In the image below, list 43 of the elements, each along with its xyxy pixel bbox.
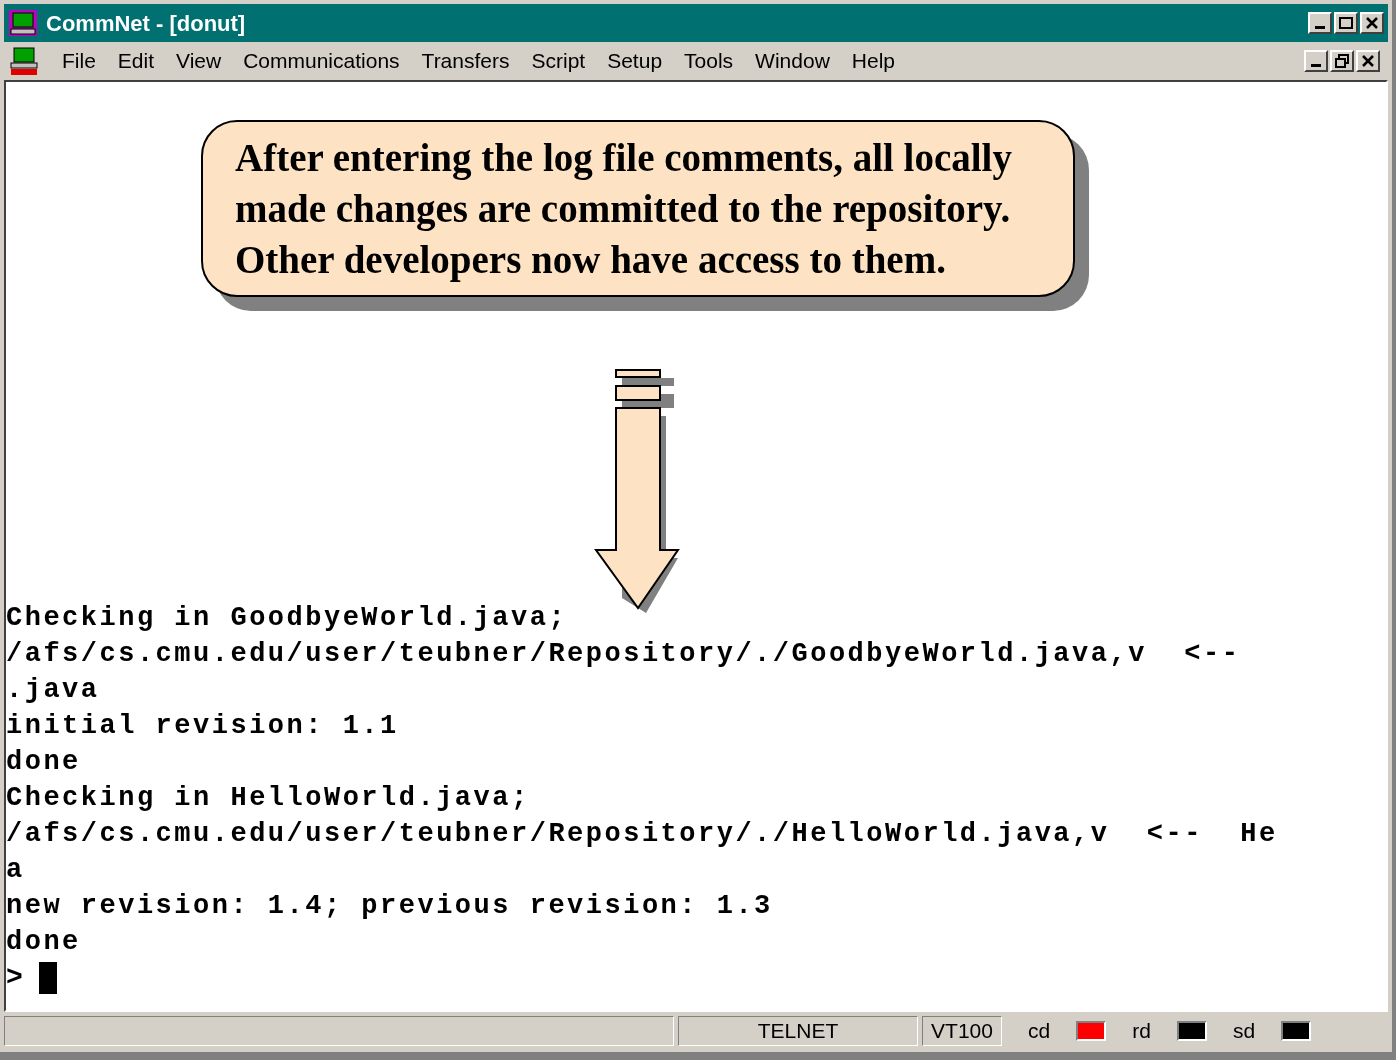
menu-item[interactable]: Tools [684, 45, 734, 77]
indicator-label: sd [1232, 1018, 1256, 1045]
terminal-line: /afs/cs.cmu.edu/user/teubner/Repository/./HelloWorld.java,v <-- He [6, 818, 1278, 851]
menu-item[interactable]: Transfers [421, 45, 510, 77]
maximize-icon [1339, 17, 1353, 29]
menu-item[interactable]: Setup [607, 45, 663, 77]
callout-text: After entering the log file comments, all locally made changes are committed to the repository. Other developers now have access to them. [235, 135, 1013, 284]
menu-item[interactable]: Edit [117, 45, 155, 77]
minimize-icon [1315, 25, 1325, 29]
protocol-label: TELNET [678, 1016, 918, 1046]
menu-item[interactable]: View [176, 45, 222, 77]
minimize-icon [1311, 63, 1321, 67]
terminal-line: a [6, 854, 25, 887]
close-icon [1362, 55, 1374, 67]
terminal-icon [8, 46, 40, 76]
indicator-label: cd [1028, 1018, 1051, 1045]
cursor [38, 962, 57, 994]
menu-item[interactable]: File [62, 45, 96, 77]
emulation-label: VT100 [922, 1016, 1002, 1046]
terminal-line: done [6, 746, 81, 779]
terminal-line: .java [6, 674, 100, 707]
terminal-line: Checking in HelloWorld.java; [6, 782, 530, 815]
menu-item[interactable]: Communications [243, 45, 400, 77]
close-button[interactable] [1356, 50, 1380, 72]
window-title: CommNet - [donut] [46, 9, 246, 38]
menu-item[interactable]: Help [851, 45, 895, 77]
indicator-label: rd [1132, 1018, 1151, 1045]
terminal-line: /afs/cs.cmu.edu/user/teubner/Repository/./GoodbyeWorld.java,v <-- [6, 638, 1241, 671]
terminal-line: initial revision: 1.1 [6, 710, 399, 743]
restore-icon [1335, 54, 1349, 68]
terminal-line: done [6, 926, 81, 959]
close-icon [1366, 17, 1378, 29]
menu-item[interactable]: Window [755, 45, 830, 77]
close-button[interactable] [1360, 12, 1384, 34]
minimize-button[interactable] [1308, 12, 1332, 34]
minimize-button[interactable] [1304, 50, 1328, 72]
computer-icon [8, 9, 38, 37]
terminal-line: new revision: 1.4; previous revision: 1.3 [6, 890, 773, 923]
maximize-button[interactable] [1334, 12, 1358, 34]
terminal-line: Checking in GoodbyeWorld.java; [6, 602, 568, 635]
prompt: > [6, 961, 23, 995]
restore-button[interactable] [1330, 50, 1354, 72]
menu-item[interactable]: Script [531, 45, 586, 77]
